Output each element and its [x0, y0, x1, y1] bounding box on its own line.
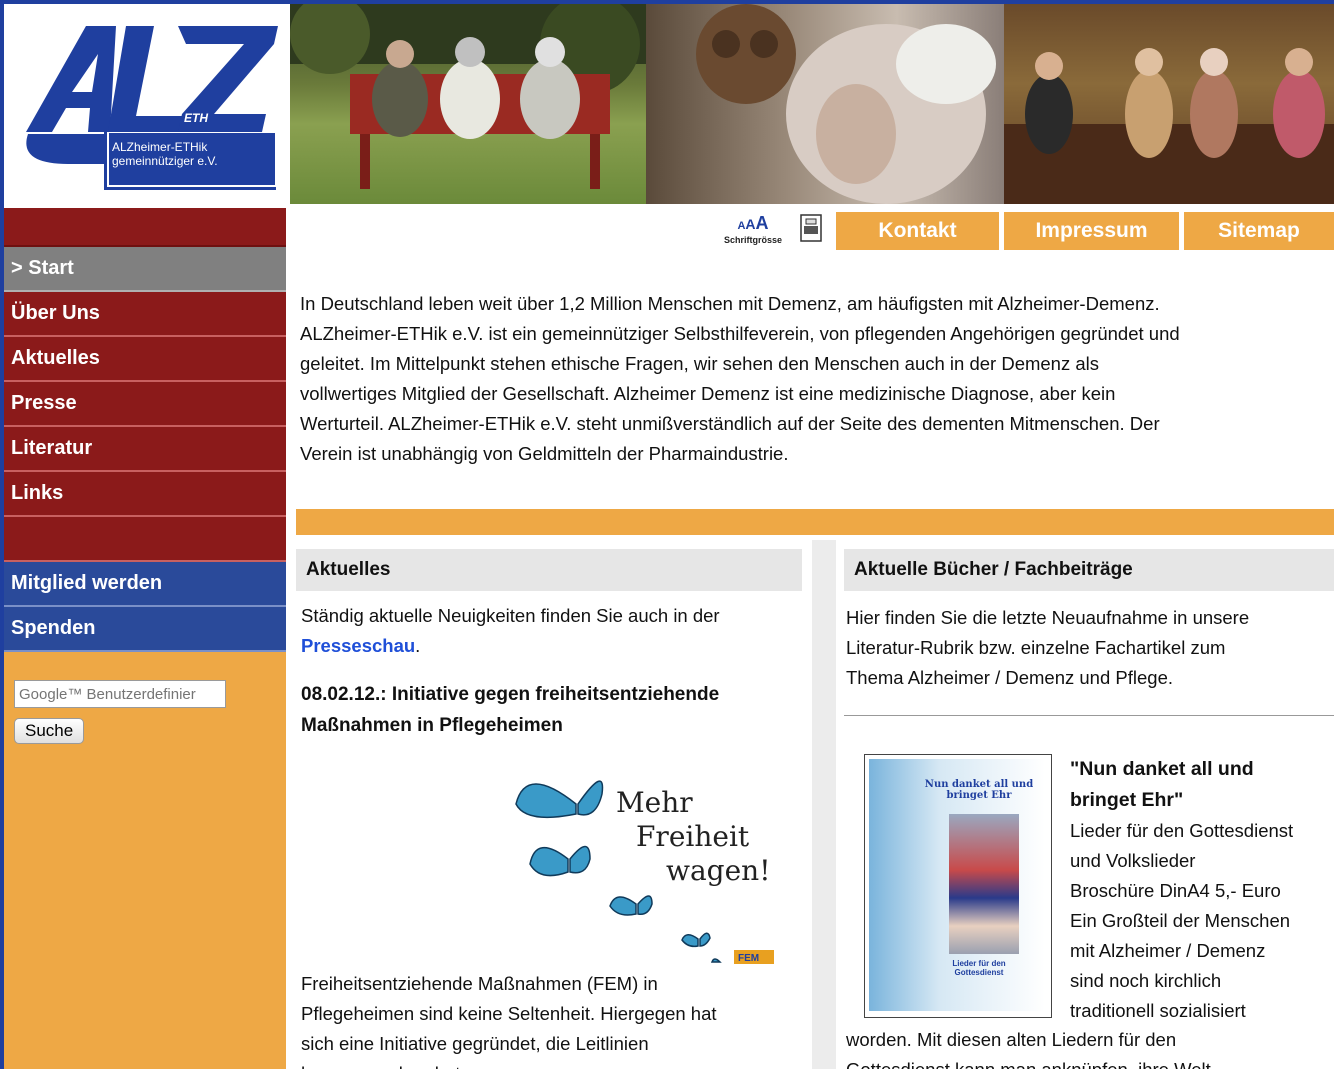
book-desc-line: sind noch kirchlich: [1070, 970, 1222, 991]
book-desc-line: Lieder für den Gottesdienst: [1070, 820, 1294, 841]
font-size-glyphs[interactable]: AAA: [710, 214, 796, 235]
news-intro: Ständig aktuelle Neuigkeiten finden Sie …: [301, 601, 802, 661]
column-divider: [812, 540, 836, 1069]
header-banner: [290, 4, 1334, 204]
news-column: Aktuelles Ständig aktuelle Neuigkeiten f…: [296, 549, 802, 1069]
intro-line: geleitet. Im Mittelpunkt stehen ethische…: [300, 353, 1100, 374]
intro-line: Werturteil. ALZheimer-ETHik e.V. steht u…: [300, 413, 1160, 434]
photo-elderly-woman: [646, 4, 1004, 204]
book-desc-line: traditionell sozialisiert: [1070, 1000, 1246, 1021]
news-body-line: Freiheitsentziehende Maßnahmen (FEM) in: [301, 973, 658, 994]
sidebar-item-aktuelles[interactable]: Aktuelles: [4, 337, 286, 382]
book-cover-painting: [949, 814, 1019, 954]
search-area: Suche: [4, 652, 286, 744]
intro-line: In Deutschland leben weit über 1,2 Milli…: [300, 293, 1160, 314]
sidebar-top-bar: [4, 208, 286, 247]
news-intro-text: Ständig aktuelle Neuigkeiten finden Sie …: [301, 605, 720, 626]
sidebar-item-literatur[interactable]: Literatur: [4, 427, 286, 472]
top-navigation: AAA Schriftgrösse Kontakt Impressum Site…: [290, 208, 1334, 250]
book-desc: Lieder für den Gottesdienst und Volkslie…: [1070, 816, 1334, 1026]
books-intro-line: Thema Alzheimer / Demenz und Pflege.: [846, 667, 1173, 688]
sidebar-item-ueber-uns[interactable]: Über Uns: [4, 292, 286, 337]
logo-line2: gemeinnütziger e.V.: [112, 154, 218, 168]
butterflies-graphic: Mehr Freiheit wagen! FEM: [515, 780, 774, 964]
book-desc-line: und Volkslieder: [1070, 850, 1196, 871]
books-intro: Hier finden Sie die letzte Neuaufnahme i…: [844, 591, 1334, 693]
news-title-line2: Maßnahmen in Pflegeheimen: [301, 715, 563, 736]
fem-text-line3: wagen!: [666, 854, 770, 887]
book-cover-art: Nun danket all und bringet Ehr Lieder fü…: [869, 759, 1045, 1011]
logo[interactable]: ETH ALZheimer-ETHik gemeinnütziger e.V.: [8, 4, 290, 204]
alz-logo-graphic: ETH: [8, 4, 290, 204]
books-rule: [844, 715, 1334, 716]
group-scene: [1004, 48, 1334, 204]
books-column: Aktuelle Bücher / Fachbeiträge Hier find…: [844, 549, 1334, 1069]
header: ETH ALZheimer-ETHik gemeinnütziger e.V.: [4, 4, 1334, 204]
bench-scene: [290, 4, 646, 189]
book-cover-title: Nun danket all und bringet Ehr: [924, 779, 1034, 801]
tab-impressum[interactable]: Impressum: [1004, 212, 1179, 250]
svg-text:ETH: ETH: [184, 111, 208, 125]
sidebar-item-spenden[interactable]: Spenden: [4, 607, 286, 652]
news-intro-end: .: [415, 635, 421, 656]
books-heading: Aktuelle Bücher / Fachbeiträge: [844, 549, 1334, 591]
book-desc-line: Broschüre DinA4 5,- Euro: [1070, 880, 1281, 901]
fem-text-line1: Mehr: [616, 786, 693, 819]
news-heading: Aktuelles: [296, 549, 802, 591]
book-cont-line: Gottesdienst kann man anknüpfen, ihre We…: [846, 1055, 1211, 1069]
search-input[interactable]: [14, 680, 226, 708]
book-details: "Nun danket all und bringet Ehr" Lieder …: [1070, 754, 1334, 1026]
printer-icon[interactable]: [800, 214, 824, 244]
tab-kontakt[interactable]: Kontakt: [836, 212, 999, 250]
book-desc-line: mit Alzheimer / Demenz: [1070, 940, 1266, 961]
books-intro-line: Literatur-Rubrik bzw. einzelne Fachartik…: [846, 637, 1226, 658]
news-title-line1: 08.02.12.: Initiative gegen freiheitsent…: [301, 684, 720, 705]
sidebar-item-links[interactable]: Links: [4, 472, 286, 517]
books-intro-line: Hier finden Sie die letzte Neuaufnahme i…: [846, 607, 1250, 628]
woman-scene: [696, 4, 996, 204]
intro-line: Verein ist unabhängig von Geldmitteln de…: [300, 443, 789, 464]
photo-bench-seniors: [290, 4, 646, 204]
fem-badge: FEM: [738, 953, 759, 964]
intro-line: ALZheimer-ETHik e.V. ist ein gemeinnützi…: [300, 323, 1180, 344]
sidebar-item-presse[interactable]: Presse: [4, 382, 286, 427]
page: ETH ALZheimer-ETHik gemeinnütziger e.V.: [4, 4, 1334, 1069]
intro-text: In Deutschland leben weit über 1,2 Milli…: [300, 289, 1334, 469]
news-body-line: herausgegeben hat.: [301, 1059, 717, 1069]
book-desc-line: Ein Großteil der Menschen: [1070, 910, 1291, 931]
presseschau-link[interactable]: Presseschau: [301, 635, 415, 656]
sidebar-item-mitglied-werden[interactable]: Mitglied werden: [4, 562, 286, 607]
fem-text-line2: Freiheit: [636, 820, 750, 853]
logo-line1: ALZheimer-ETHik: [112, 140, 208, 154]
intro-line: vollwertiges Mitglied der Gesellschaft. …: [300, 383, 1116, 404]
fem-campaign-image: Mehr Freiheit wagen! FEM: [506, 764, 776, 964]
book-cover-subtitle: Lieder für den Gottesdienst: [952, 959, 1006, 977]
book-cover-image[interactable]: Nun danket all und bringet Ehr Lieder fü…: [864, 754, 1052, 1018]
book-title-line1: "Nun danket all und: [1070, 758, 1254, 780]
sidebar-spacer: [4, 517, 286, 562]
book-title[interactable]: "Nun danket all und bringet Ehr": [1070, 754, 1334, 816]
sidebar-item-start[interactable]: > Start: [4, 247, 286, 292]
section-divider-bar: [296, 509, 1334, 535]
book-cont-line: worden. Mit diesen alten Liedern für den: [846, 1029, 1177, 1050]
news-body: Freiheitsentziehende Maßnahmen (FEM) in …: [301, 969, 717, 1069]
font-size-label: Schriftgrösse: [723, 235, 783, 245]
search-button[interactable]: Suche: [14, 718, 85, 744]
photo-group-sofa: [1004, 4, 1334, 204]
news-body-line: Pflegeheimen sind keine Seltenheit. Hier…: [301, 1003, 717, 1024]
book-title-line2: bringet Ehr": [1070, 789, 1184, 811]
news-body-line: sich eine Initiative gegründet, die Leit…: [301, 1033, 649, 1054]
logo-text: ALZheimer-ETHik gemeinnütziger e.V.: [112, 140, 262, 168]
printer-icon-graphic: [800, 214, 822, 242]
book-desc-continued: worden. Mit diesen alten Liedern für den…: [846, 1025, 1211, 1069]
font-size-control[interactable]: AAA Schriftgrösse: [710, 214, 796, 248]
tab-sitemap[interactable]: Sitemap: [1184, 212, 1334, 250]
news-title[interactable]: 08.02.12.: Initiative gegen freiheitsent…: [301, 679, 802, 741]
sidebar: > Start Über Uns Aktuelles Presse Litera…: [4, 208, 286, 1069]
